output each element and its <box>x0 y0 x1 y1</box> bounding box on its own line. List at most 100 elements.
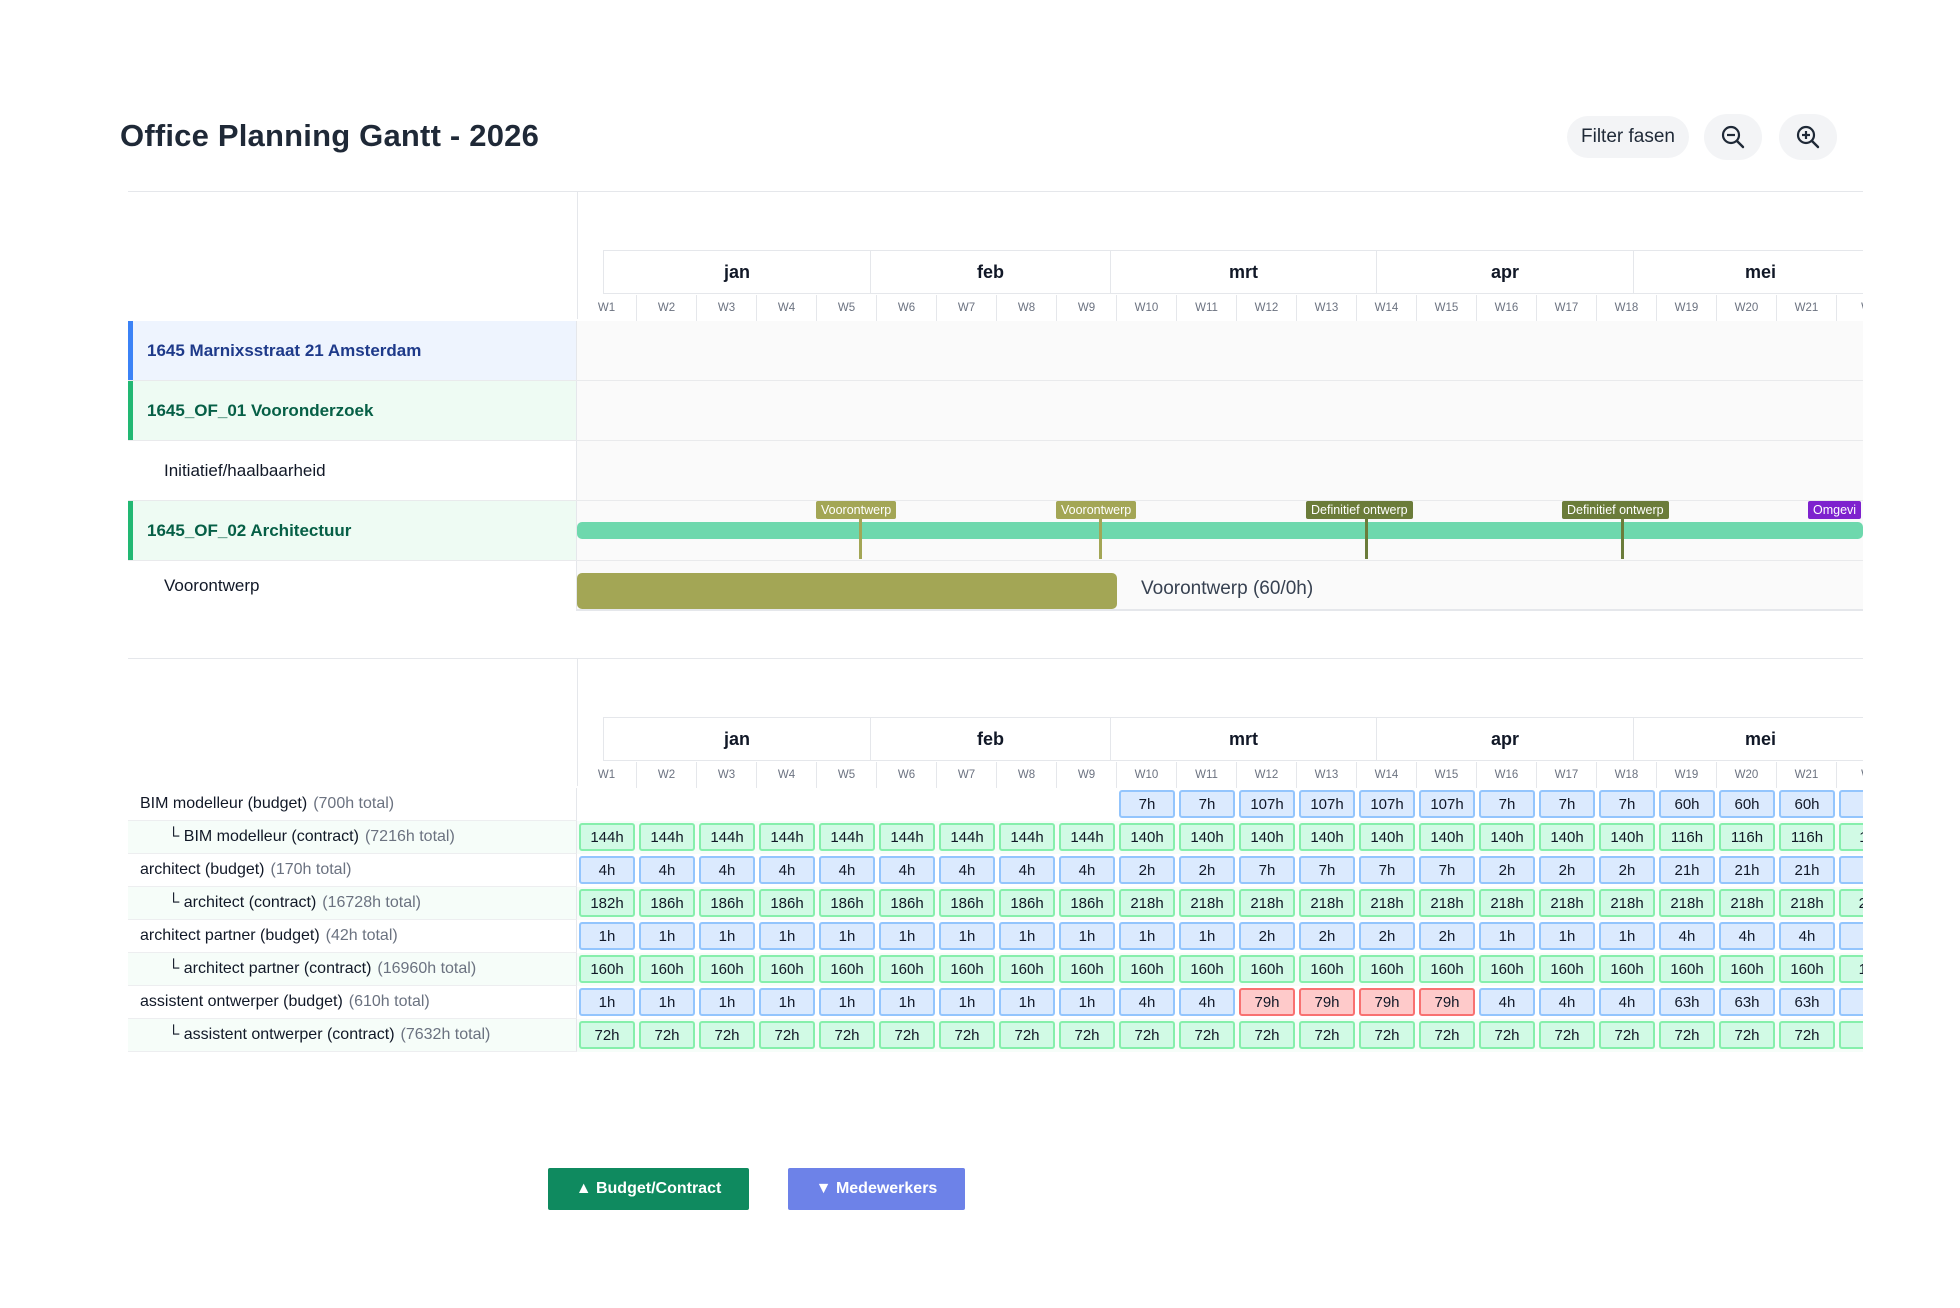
hours-cell[interactable]: 1h <box>1599 922 1655 950</box>
hours-cell[interactable]: 79h <box>1299 988 1355 1016</box>
hours-cell[interactable]: 1h <box>939 922 995 950</box>
milestone-tag[interactable]: Definitief ontwerp <box>1562 501 1669 519</box>
hours-cell[interactable]: 79h <box>1359 988 1415 1016</box>
hours-cell[interactable]: 186h <box>879 889 935 917</box>
hours-cell[interactable]: 4h <box>1779 922 1835 950</box>
hours-cell[interactable]: 4h <box>639 856 695 884</box>
hours-cell[interactable]: 72h <box>1059 1021 1115 1049</box>
gantt-row-project[interactable]: 1645 Marnixsstraat 21 Amsterdam <box>128 321 1863 381</box>
hours-cell[interactable]: 1h <box>999 988 1055 1016</box>
hours-cell[interactable]: 218h <box>1299 889 1355 917</box>
hours-cell[interactable]: 160h <box>1359 955 1415 983</box>
hours-cell[interactable]: 186h <box>819 889 875 917</box>
hours-cell[interactable]: 72h <box>1359 1021 1415 1049</box>
hours-cell[interactable]: 72h <box>1719 1021 1775 1049</box>
hours-cell[interactable]: 7h <box>1119 790 1175 818</box>
hours-cell[interactable]: 160h <box>1479 955 1535 983</box>
zoom-out-button[interactable] <box>1704 114 1762 160</box>
hours-cell[interactable]: 60h <box>1779 790 1835 818</box>
hours-cell[interactable]: 2h <box>1179 856 1235 884</box>
hours-cell[interactable]: 160h <box>699 955 755 983</box>
hours-cell[interactable]: 160h <box>1059 955 1115 983</box>
hours-cell[interactable]: 218h <box>1659 889 1715 917</box>
zoom-in-button[interactable] <box>1779 114 1837 160</box>
hours-cell[interactable]: 107h <box>1299 790 1355 818</box>
hours-cell[interactable]: 186h <box>699 889 755 917</box>
hours-cell[interactable]: 1h <box>1059 988 1115 1016</box>
hours-cell[interactable]: 4h <box>999 856 1055 884</box>
hours-cell[interactable]: 4h <box>1059 856 1115 884</box>
hours-cell[interactable]: 2h <box>1239 922 1295 950</box>
hours-cell[interactable]: 160h <box>1599 955 1655 983</box>
hours-cell[interactable]: 160h <box>1239 955 1295 983</box>
hours-cell[interactable]: 2h <box>1599 856 1655 884</box>
hours-cell[interactable]: 7h <box>1539 790 1595 818</box>
hours-cell[interactable]: 182h <box>579 889 635 917</box>
phase-bar-architectuur[interactable] <box>577 522 1863 539</box>
hours-cell[interactable]: 1h <box>639 988 695 1016</box>
hours-cell[interactable]: 7 <box>1839 1021 1863 1049</box>
hours-cell[interactable]: 4h <box>1539 988 1595 1016</box>
hours-cell[interactable]: 116h <box>1659 823 1715 851</box>
hours-cell[interactable]: 144h <box>819 823 875 851</box>
hours-cell[interactable]: 186h <box>1059 889 1115 917</box>
hours-cell[interactable]: 2h <box>1479 856 1535 884</box>
hours-cell[interactable]: 7h <box>1419 856 1475 884</box>
hours-cell[interactable]: 140h <box>1479 823 1535 851</box>
hours-cell[interactable]: 218h <box>1779 889 1835 917</box>
hours-cell[interactable]: 160h <box>1419 955 1475 983</box>
hours-cell[interactable]: 1h <box>579 922 635 950</box>
hours-cell[interactable]: 72h <box>819 1021 875 1049</box>
gantt-row-initiatief[interactable]: Initiatief/haalbaarheid <box>128 441 1863 501</box>
milestone-tag[interactable]: Voorontwerp <box>1056 501 1137 519</box>
hours-cell[interactable]: 160h <box>1539 955 1595 983</box>
hours-cell[interactable]: 140h <box>1239 823 1295 851</box>
hours-cell[interactable]: 72h <box>1299 1021 1355 1049</box>
hours-cell[interactable]: 4h <box>579 856 635 884</box>
hours-cell[interactable]: 1h <box>639 922 695 950</box>
hours-cell[interactable]: 72h <box>1119 1021 1175 1049</box>
hours-cell[interactable]: 144h <box>759 823 815 851</box>
budget-contract-toggle[interactable]: ▲ Budget/Contract <box>548 1168 749 1210</box>
hours-cell[interactable]: 160h <box>819 955 875 983</box>
hours-cell[interactable]: 1h <box>1119 922 1175 950</box>
hours-cell[interactable]: 186h <box>639 889 695 917</box>
hours-cell[interactable]: 72h <box>579 1021 635 1049</box>
hours-cell[interactable]: 160h <box>1659 955 1715 983</box>
hours-cell[interactable]: 2h <box>1419 922 1475 950</box>
hours-cell[interactable]: 6 <box>1839 988 1863 1016</box>
hours-cell[interactable]: 4h <box>819 856 875 884</box>
hours-cell[interactable]: 79h <box>1239 988 1295 1016</box>
hours-cell[interactable]: 1h <box>939 988 995 1016</box>
hours-cell[interactable]: 1h <box>759 988 815 1016</box>
hours-cell[interactable]: 79h <box>1419 988 1475 1016</box>
hours-cell[interactable]: 186h <box>759 889 815 917</box>
hours-cell[interactable]: 63h <box>1779 988 1835 1016</box>
hours-cell[interactable]: 7h <box>1299 856 1355 884</box>
hours-cell[interactable]: 1h <box>699 988 755 1016</box>
hours-cell[interactable]: 116h <box>1719 823 1775 851</box>
hours-cell[interactable]: 72h <box>1419 1021 1475 1049</box>
hours-cell[interactable]: 186h <box>939 889 995 917</box>
hours-cell[interactable]: 160h <box>639 955 695 983</box>
hours-cell[interactable]: 72h <box>1659 1021 1715 1049</box>
hours-cell[interactable]: 2h <box>1119 856 1175 884</box>
hours-cell[interactable]: 160h <box>1299 955 1355 983</box>
hours-cell[interactable]: 72h <box>1599 1021 1655 1049</box>
hours-cell[interactable]: 72h <box>939 1021 995 1049</box>
hours-cell[interactable]: 72h <box>759 1021 815 1049</box>
hours-cell[interactable]: 144h <box>699 823 755 851</box>
hours-cell[interactable]: 144h <box>639 823 695 851</box>
hours-cell[interactable]: 140h <box>1599 823 1655 851</box>
hours-cell[interactable]: 7h <box>1359 856 1415 884</box>
hours-cell[interactable]: 144h <box>1059 823 1115 851</box>
hours-cell[interactable]: 1h <box>879 922 935 950</box>
hours-cell[interactable]: 218h <box>1719 889 1775 917</box>
hours-cell[interactable]: 218h <box>1419 889 1475 917</box>
hours-cell[interactable]: 140h <box>1299 823 1355 851</box>
gantt-row-phase-vooronderzoek[interactable]: 1645_OF_01 Vooronderzoek <box>128 381 1863 441</box>
hours-cell[interactable]: 4h <box>1119 988 1175 1016</box>
hours-cell[interactable]: 72h <box>1779 1021 1835 1049</box>
milestone-tag[interactable]: Omgevi <box>1808 501 1862 519</box>
hours-cell[interactable]: 107h <box>1359 790 1415 818</box>
